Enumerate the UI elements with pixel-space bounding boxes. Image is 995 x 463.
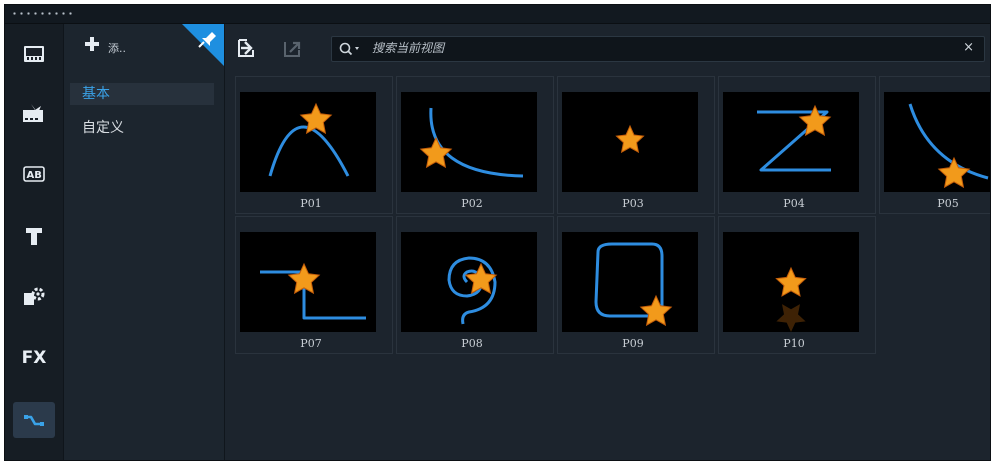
transition-library-button[interactable] <box>13 96 55 132</box>
path-thumbnail <box>723 92 859 192</box>
title-template-button[interactable]: AB <box>13 156 55 192</box>
path-item[interactable]: P02 <box>396 76 554 214</box>
path-label: P10 <box>783 337 805 350</box>
path-thumbnail <box>884 92 990 192</box>
clear-search-icon[interactable]: × <box>963 40 974 55</box>
media-library-button[interactable] <box>13 36 55 72</box>
path-icon <box>24 415 44 426</box>
path-label: P08 <box>461 337 483 350</box>
path-item[interactable]: P07 <box>235 216 393 354</box>
path-label: P07 <box>300 337 322 350</box>
plus-icon[interactable] <box>84 36 100 52</box>
path-library-button[interactable] <box>13 402 55 438</box>
media-icon <box>24 46 44 62</box>
category-custom[interactable]: 自定义 <box>70 117 214 139</box>
path-item[interactable]: P05 <box>879 76 990 214</box>
category-panel-header: 添.. <box>64 24 224 72</box>
import-icon[interactable] <box>235 36 259 60</box>
path-label: P05 <box>937 197 959 210</box>
graphics-icon <box>24 287 45 305</box>
path-item[interactable]: P10 <box>718 216 876 354</box>
path-item[interactable]: P08 <box>396 216 554 354</box>
path-label: P02 <box>461 197 483 210</box>
graphics-library-button[interactable] <box>13 278 55 314</box>
path-thumbnail <box>562 232 698 332</box>
search-box: × <box>331 36 985 62</box>
panel-title-bar[interactable] <box>5 5 990 24</box>
filter-library-button[interactable]: FX <box>13 340 55 376</box>
path-thumbnail-grid: P01 P02 P03 P04 P05 P07 P08 P09 P10 <box>235 76 990 460</box>
title-template-icon: AB <box>23 166 45 182</box>
search-input[interactable] <box>372 39 932 57</box>
path-label: P01 <box>300 197 322 210</box>
path-thumbnail <box>562 92 698 192</box>
search-icon[interactable] <box>338 41 366 57</box>
path-thumbnail <box>240 232 376 332</box>
add-category-label[interactable]: 添.. <box>108 40 126 56</box>
path-item[interactable]: P04 <box>718 76 876 214</box>
path-item[interactable]: P03 <box>557 76 715 214</box>
text-library-button[interactable] <box>13 218 55 254</box>
path-label: P09 <box>622 337 644 350</box>
path-library-content: × P01 <box>225 24 990 460</box>
path-thumbnail <box>401 92 537 192</box>
path-thumbnail <box>240 92 376 192</box>
export-icon[interactable] <box>281 36 305 60</box>
category-panel: 添.. 基本 自定义 <box>64 24 225 460</box>
pin-icon[interactable] <box>182 24 224 66</box>
path-label: P03 <box>622 197 644 210</box>
path-item[interactable]: P01 <box>235 76 393 214</box>
svg-text:AB: AB <box>27 170 42 181</box>
library-category-bar: AB FX <box>5 24 64 460</box>
category-basic[interactable]: 基本 <box>70 83 214 105</box>
text-icon <box>26 228 42 245</box>
transition-icon <box>23 104 43 122</box>
path-thumbnail <box>401 232 537 332</box>
drag-grip-icon[interactable] <box>11 12 73 15</box>
path-thumbnail <box>723 232 859 332</box>
fx-icon: FX <box>21 348 47 368</box>
path-item[interactable]: P09 <box>557 216 715 354</box>
path-label: P04 <box>783 197 805 210</box>
app-window: AB FX 添.. 基本 自定义 搜索当前视图 × P01 P02 P03 P0… <box>4 4 991 461</box>
